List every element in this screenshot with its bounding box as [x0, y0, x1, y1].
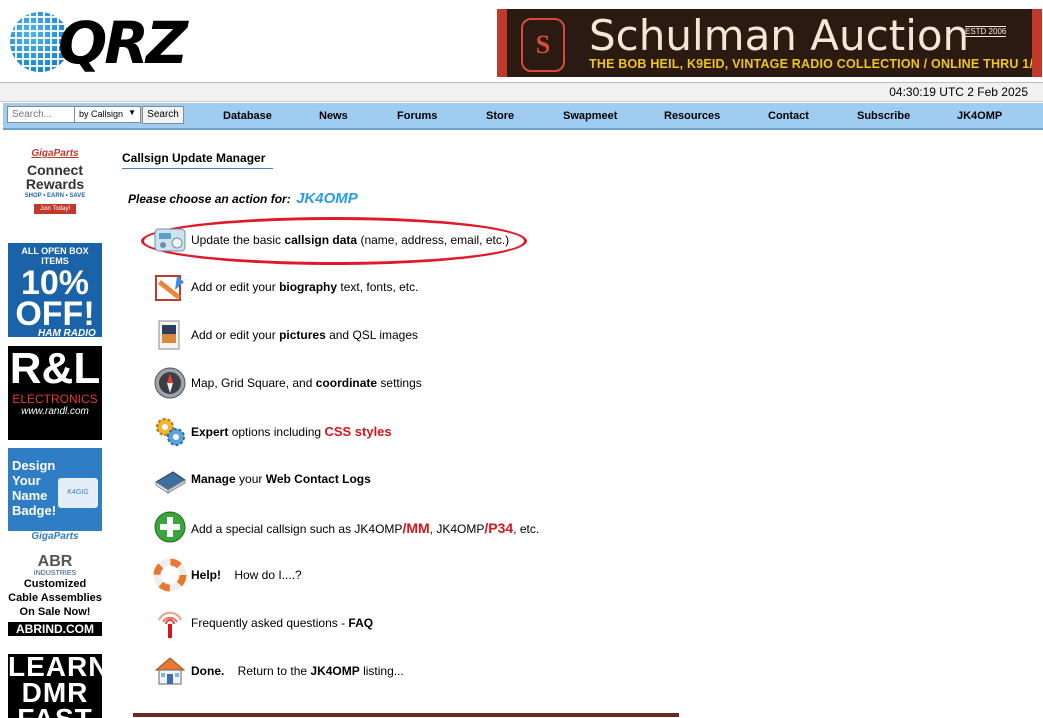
- compass-icon: [154, 367, 186, 399]
- action-label: Help! How do I....?: [191, 568, 302, 582]
- ad-brand: GigaParts: [8, 531, 102, 542]
- banner-ad-title: Schulman Auction: [589, 11, 970, 60]
- action-expert-options[interactable]: Expert options including CSS styles: [153, 414, 573, 448]
- picture-icon: [158, 320, 180, 350]
- nav-resources[interactable]: Resources: [664, 110, 720, 122]
- ad-gigaparts-rewards[interactable]: GigaParts Connect Rewards SHOP • EARN • …: [8, 146, 102, 228]
- ad-brand: INDUSTRIES: [33, 570, 77, 577]
- action-done[interactable]: Done. Return to the JK4OMP listing...: [153, 654, 573, 688]
- action-label: Add or edit your pictures and QSL images: [191, 328, 419, 342]
- ad-logo: ABR: [37, 554, 73, 570]
- action-label: Update the basic callsign data (name, ad…: [191, 233, 510, 247]
- nav-callsign[interactable]: JK4OMP: [957, 110, 1002, 122]
- search-button[interactable]: Search: [142, 106, 184, 124]
- nav-news[interactable]: News: [319, 110, 348, 122]
- ad-off: OFF!: [15, 295, 95, 333]
- ad-cta: Join Today!: [33, 204, 77, 214]
- logbook-icon: [155, 471, 186, 494]
- prompt-callsign: JK4OMP: [296, 190, 358, 207]
- chevron-down-icon: ▼: [128, 108, 136, 117]
- prompt-text: Please choose an action for:: [128, 192, 291, 206]
- banner-ad-est: ESTD 2006: [965, 26, 1007, 37]
- nav-contact[interactable]: Contact: [768, 110, 809, 122]
- action-label: Frequently asked questions - FAQ: [191, 616, 374, 630]
- ad-url: www.randl.com: [21, 406, 89, 417]
- add-icon: [154, 511, 186, 543]
- notepad-pencil-icon: [155, 275, 184, 301]
- ad-headline: ALL OPEN BOX ITEMS: [21, 246, 89, 266]
- ad-brand: R&L: [9, 346, 101, 393]
- ad-brand: HAM RADIO OUTLET: [38, 328, 96, 337]
- ad-subtitle: ELECTRONICS: [12, 392, 98, 406]
- action-label: Manage your Web Contact Logs: [191, 472, 371, 486]
- action-web-contact-logs[interactable]: Manage your Web Contact Logs: [153, 462, 573, 496]
- ad-learn-dmr[interactable]: LEARN DMR FAST: [8, 654, 102, 718]
- action-label: Done. Return to the JK4OMP listing...: [191, 664, 404, 678]
- nav-forums[interactable]: Forums: [397, 110, 437, 122]
- badge-icon: K4GIG: [58, 478, 98, 508]
- ad-url: ABRIND.COM: [8, 622, 102, 636]
- lifebuoy-icon: [153, 558, 187, 592]
- ad-headline: Design Your Name Badge!: [12, 458, 57, 518]
- action-faq[interactable]: Frequently asked questions - FAQ: [153, 606, 573, 640]
- ad-name-badge[interactable]: Design Your Name Badge! K4GIG GigaParts: [8, 448, 102, 542]
- ad-headline: Connect Rewards: [25, 162, 85, 192]
- main-nav: by Callsign ▼ Search Database News Forum…: [3, 103, 1043, 130]
- ad-abr-industries[interactable]: ABR INDUSTRIES Customized Cable Assembli…: [8, 554, 102, 644]
- nav-subscribe[interactable]: Subscribe: [857, 110, 910, 122]
- action-prompt: Please choose an action for: JK4OMP: [128, 190, 358, 207]
- nav-database[interactable]: Database: [223, 110, 272, 122]
- search-input[interactable]: [7, 106, 75, 123]
- banner-ad-subtitle: THE BOB HEIL, K9EID, VINTAGE RADIO COLLE…: [589, 57, 1041, 71]
- site-header: QRZ S Schulman Auction ESTD 2006 THE BOB…: [0, 0, 1043, 83]
- bottom-image-edge: [133, 713, 679, 717]
- search-type-select[interactable]: by Callsign ▼: [74, 106, 141, 123]
- auction-logo-icon: S: [521, 18, 565, 72]
- action-special-callsign[interactable]: Add a special callsign such as JK4OMP/MM…: [153, 510, 573, 544]
- action-edit-biography[interactable]: Add or edit your biography text, fonts, …: [153, 270, 573, 304]
- gears-icon: [156, 418, 185, 446]
- datetime: 04:30:19 UTC 2 Feb 2025: [889, 85, 1028, 99]
- datetime-bar: 04:30:19 UTC 2 Feb 2025: [0, 83, 1043, 102]
- nav-store[interactable]: Store: [486, 110, 514, 122]
- ad-ham-radio-outlet[interactable]: ALL OPEN BOX ITEMS 10% OFF! HAM RADIO OU…: [8, 243, 102, 337]
- action-label: Add or edit your biography text, fonts, …: [191, 280, 419, 294]
- logo-text: QRZ: [58, 9, 188, 77]
- banner-ad[interactable]: S Schulman Auction ESTD 2006 THE BOB HEI…: [497, 9, 1042, 77]
- page-title: Callsign Update Manager: [122, 151, 274, 169]
- ad-headline: Customized Cable Assemblies On Sale Now!: [8, 578, 102, 618]
- ad-brand: GigaParts: [31, 148, 79, 159]
- ad-tagline: SHOP • EARN • SAVE: [24, 193, 86, 199]
- ad-rl-electronics[interactable]: R&L ELECTRONICS www.randl.com: [8, 346, 102, 440]
- action-edit-pictures[interactable]: Add or edit your pictures and QSL images: [153, 318, 573, 352]
- action-update-callsign-data[interactable]: Update the basic callsign data (name, ad…: [153, 223, 573, 257]
- action-coordinate-settings[interactable]: Map, Grid Square, and coordinate setting…: [153, 366, 573, 400]
- action-label: Add a special callsign such as JK4OMP/MM…: [191, 520, 540, 536]
- home-icon: [154, 657, 186, 685]
- action-label: Expert options including CSS styles: [191, 424, 392, 439]
- qrz-logo[interactable]: QRZ: [10, 10, 195, 76]
- antenna-icon: [158, 611, 182, 638]
- action-label: Map, Grid Square, and coordinate setting…: [191, 376, 422, 390]
- radio-icon: [154, 228, 186, 252]
- action-help[interactable]: Help! How do I....?: [153, 558, 573, 592]
- search-type-value: by Callsign: [79, 109, 124, 119]
- ad-headline: LEARN DMR FAST: [8, 654, 102, 718]
- nav-swapmeet[interactable]: Swapmeet: [563, 110, 617, 122]
